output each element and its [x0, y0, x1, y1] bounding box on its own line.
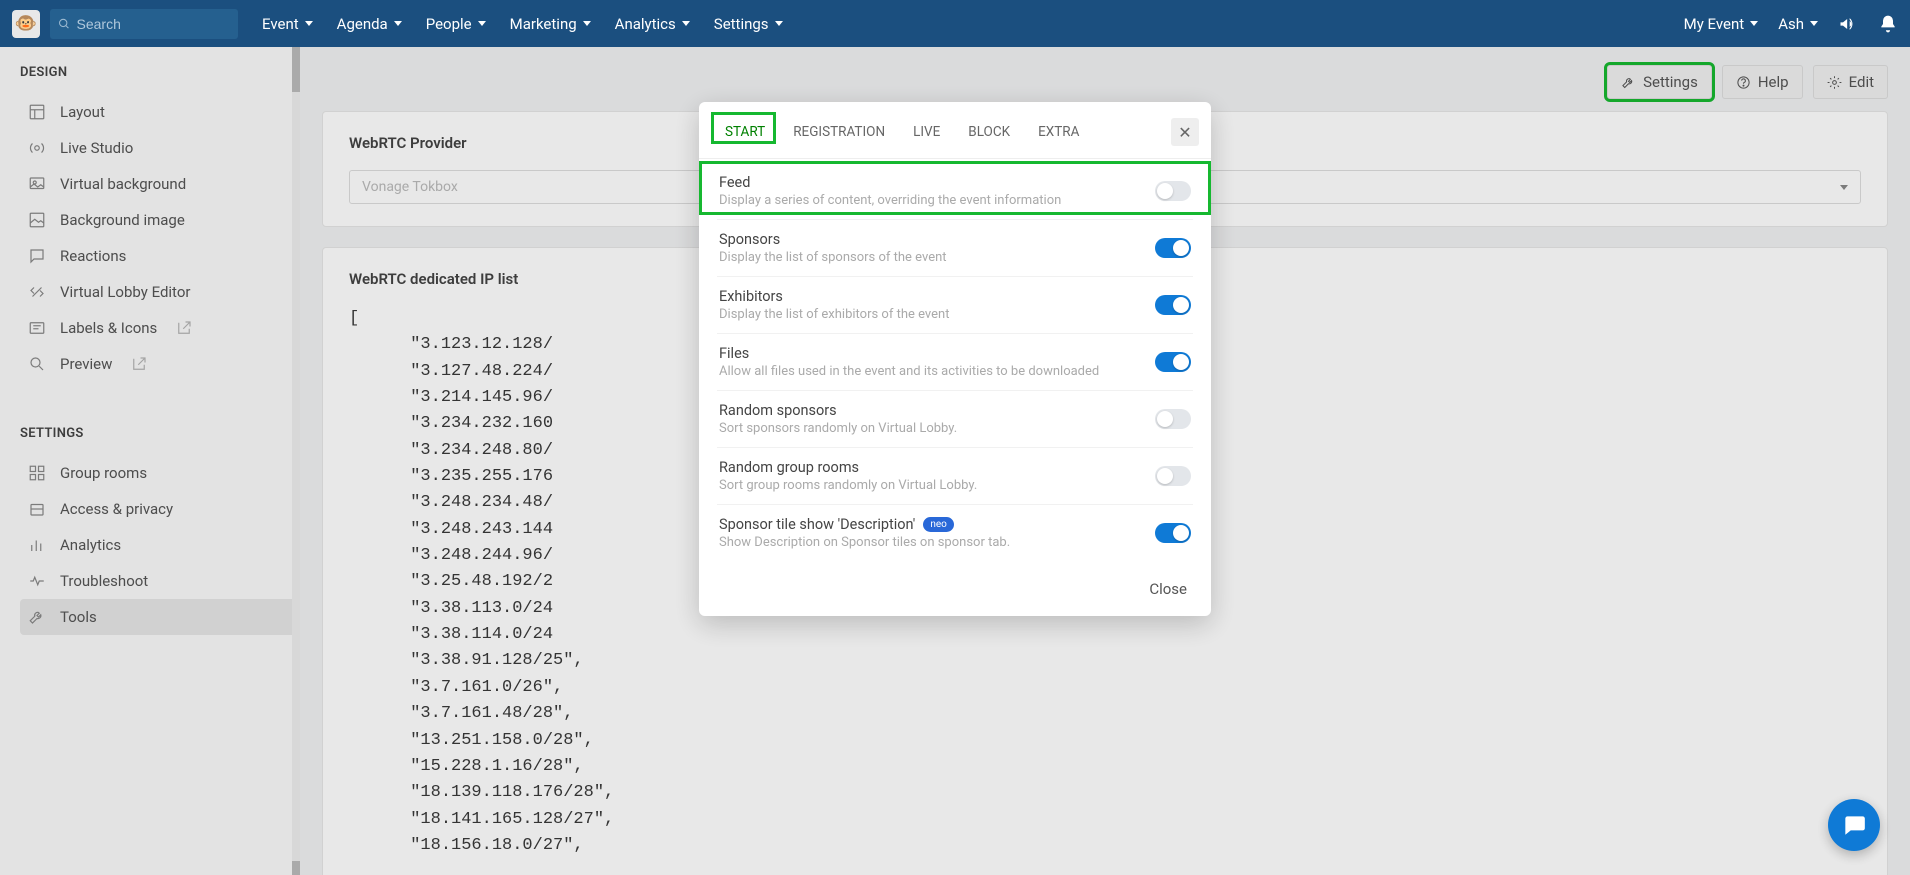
option-title: Random group rooms [719, 459, 1155, 476]
top-nav: 🐵 Event Agenda People Marketing Analytic… [0, 0, 1910, 47]
option-title: Sponsors [719, 231, 1155, 248]
option-desc: Sort group rooms randomly on Virtual Lob… [719, 478, 1155, 493]
tab-start[interactable]: START [711, 116, 779, 148]
nav-agenda[interactable]: Agenda [337, 15, 402, 33]
nav-analytics[interactable]: Analytics [615, 15, 690, 33]
modal-footer: Close [699, 561, 1211, 598]
search-wrap[interactable] [50, 9, 238, 39]
chevron-down-icon [1750, 21, 1758, 26]
bell-icon[interactable] [1878, 14, 1898, 34]
option-sponsor-tile-description: Sponsor tile show 'Description' neo Show… [717, 505, 1193, 561]
body: DESIGN Layout Live Studio Virtual backgr… [0, 47, 1910, 875]
search-input[interactable] [77, 16, 231, 32]
toggle-feed[interactable] [1155, 181, 1191, 201]
neo-badge: neo [923, 517, 954, 532]
toggle-sponsors[interactable] [1155, 238, 1191, 258]
chevron-down-icon [1810, 21, 1818, 26]
option-desc: Display a series of content, overriding … [719, 193, 1155, 208]
option-random-group-rooms: Random group rooms Sort group rooms rand… [717, 448, 1193, 505]
my-event-dropdown[interactable]: My Event [1684, 15, 1759, 33]
toggle-random-sponsors[interactable] [1155, 409, 1191, 429]
option-title: Feed [719, 174, 1155, 191]
option-desc: Display the list of sponsors of the even… [719, 250, 1155, 265]
toggle-random-group-rooms[interactable] [1155, 466, 1191, 486]
tab-registration[interactable]: REGISTRATION [779, 116, 899, 148]
tab-live[interactable]: LIVE [899, 116, 954, 148]
toggle-sponsor-tile-description[interactable] [1155, 523, 1191, 543]
toggle-files[interactable] [1155, 352, 1191, 372]
tab-block[interactable]: BLOCK [954, 116, 1024, 148]
search-icon [58, 17, 71, 31]
option-random-sponsors: Random sponsors Sort sponsors randomly o… [717, 391, 1193, 448]
chevron-down-icon [394, 21, 402, 26]
option-title: Random sponsors [719, 402, 1155, 419]
option-sponsors: Sponsors Display the list of sponsors of… [717, 220, 1193, 277]
option-title: Exhibitors [719, 288, 1155, 305]
option-desc: Show Description on Sponsor tiles on spo… [719, 535, 1155, 550]
tab-extra[interactable]: EXTRA [1024, 116, 1093, 148]
option-desc: Allow all files used in the event and it… [719, 364, 1155, 379]
chat-fab[interactable] [1828, 799, 1880, 851]
option-title: Sponsor tile show 'Description' neo [719, 516, 1155, 533]
nav-right: My Event Ash [1684, 14, 1898, 34]
app-logo[interactable]: 🐵 [12, 10, 40, 38]
nav-event[interactable]: Event [262, 15, 313, 33]
option-desc: Sort sponsors randomly on Virtual Lobby. [719, 421, 1155, 436]
option-exhibitors: Exhibitors Display the list of exhibitor… [717, 277, 1193, 334]
option-files: Files Allow all files used in the event … [717, 334, 1193, 391]
close-button[interactable]: Close [1149, 580, 1187, 598]
nav-people[interactable]: People [426, 15, 486, 33]
nav-settings[interactable]: Settings [714, 15, 783, 33]
megaphone-icon[interactable] [1838, 14, 1858, 34]
chat-icon [1841, 812, 1867, 838]
nav-items: Event Agenda People Marketing Analytics … [262, 15, 783, 33]
modal-tabs: START REGISTRATION LIVE BLOCK EXTRA ✕ [699, 102, 1211, 159]
chevron-down-icon [305, 21, 313, 26]
chevron-down-icon [478, 21, 486, 26]
settings-modal: START REGISTRATION LIVE BLOCK EXTRA ✕ Fe… [699, 102, 1211, 616]
user-dropdown[interactable]: Ash [1778, 15, 1818, 33]
chevron-down-icon [682, 21, 690, 26]
nav-marketing[interactable]: Marketing [510, 15, 591, 33]
option-title: Files [719, 345, 1155, 362]
toggle-exhibitors[interactable] [1155, 295, 1191, 315]
close-icon[interactable]: ✕ [1171, 118, 1199, 146]
chevron-down-icon [583, 21, 591, 26]
chevron-down-icon [775, 21, 783, 26]
option-feed: Feed Display a series of content, overri… [717, 163, 1193, 220]
option-desc: Display the list of exhibitors of the ev… [719, 307, 1155, 322]
options-list: Feed Display a series of content, overri… [699, 159, 1211, 561]
